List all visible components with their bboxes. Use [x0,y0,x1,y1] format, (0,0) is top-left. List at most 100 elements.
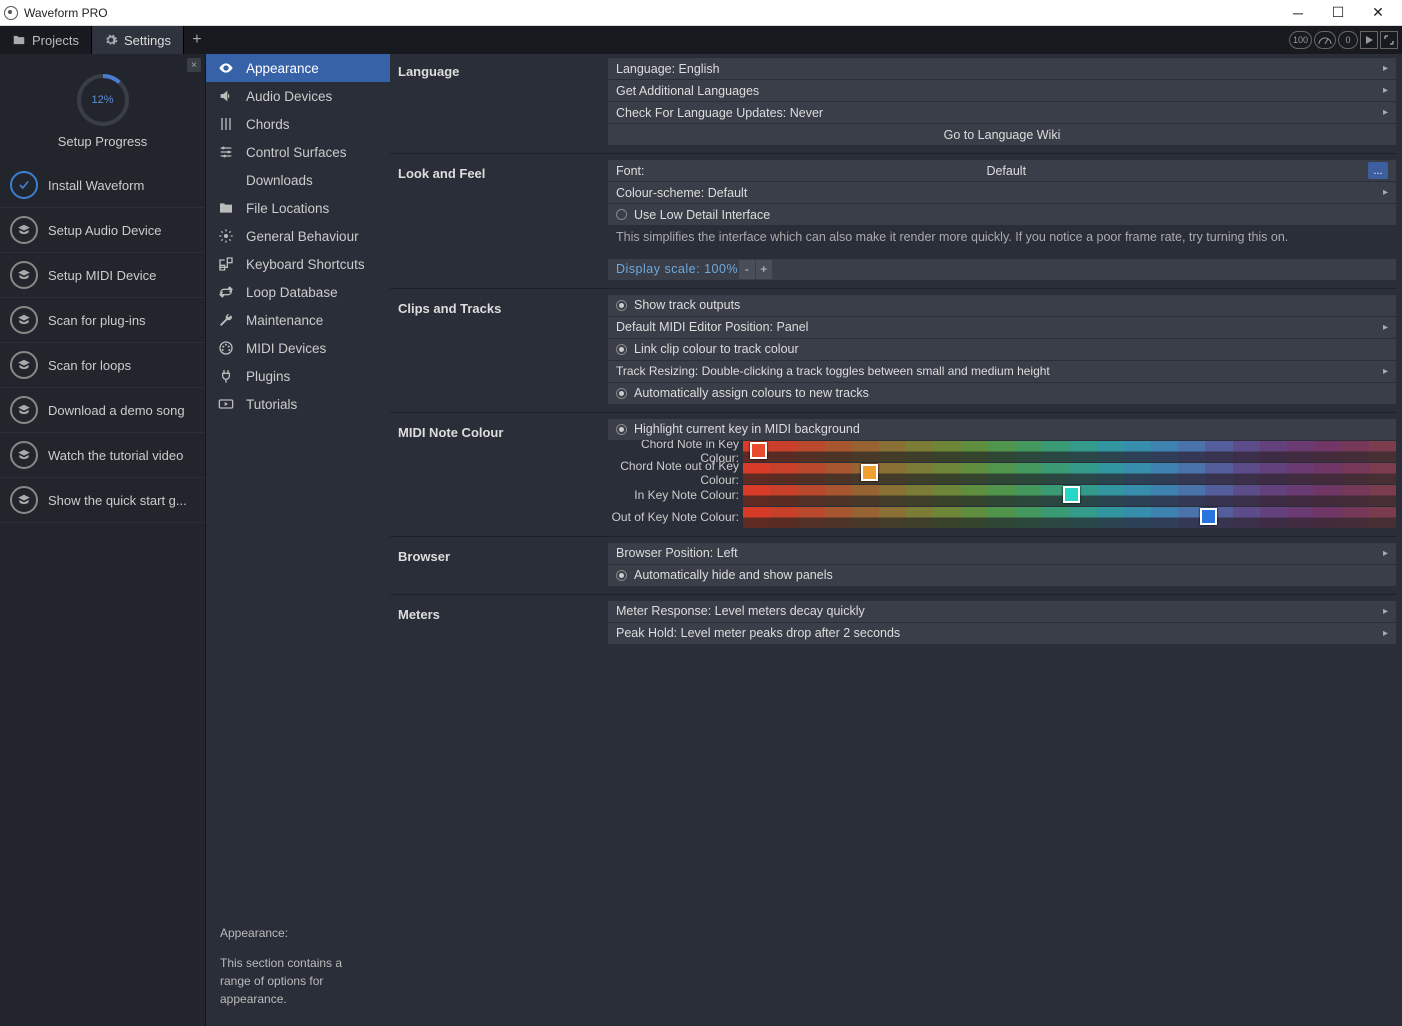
minimize-button[interactable]: ─ [1278,0,1318,26]
colour-marker[interactable] [750,442,767,459]
section-label: Browser [390,543,608,586]
category-description: Appearance: This section contains a rang… [206,910,390,1026]
add-tab-button[interactable]: + [184,26,210,54]
close-window-button[interactable]: ✕ [1358,0,1398,26]
chevron-right-icon: ▸ [1383,322,1388,333]
radio-icon [616,344,627,355]
play-icon[interactable] [1360,31,1378,49]
section-language: Language Language: English▸ Get Addition… [390,58,1396,153]
setup-step-6[interactable]: Watch the tutorial video [0,433,205,478]
display-scale-row[interactable]: Display scale: 100% - + [608,259,1396,280]
colour-scheme-select[interactable]: Colour-scheme: Default▸ [608,182,1396,203]
font-select[interactable]: Font: Default ... [608,160,1396,181]
folder-icon [218,200,234,216]
category-plugins[interactable]: Plugins [206,362,390,390]
category-label: General Behaviour [246,229,359,244]
setup-step-1[interactable]: Setup Audio Device [0,208,205,253]
sliders-icon [218,144,234,160]
section-clips: Clips and Tracks Show track outputs Defa… [390,288,1396,412]
low-detail-toggle[interactable]: Use Low Detail Interface [608,204,1396,225]
category-keyboard-shortcuts[interactable]: Keyboard Shortcuts [206,250,390,278]
step-label: Watch the tutorial video [48,448,183,463]
settings-categories: Appearance Audio Devices Chords Control Sur… [206,54,390,1026]
scale-plus-button[interactable]: + [756,260,772,279]
setup-step-5[interactable]: Download a demo song [0,388,205,433]
section-label: Language [390,58,608,145]
category-label: Appearance [246,61,319,76]
category-label: Downloads [246,173,313,188]
meter-response-select[interactable]: Meter Response: Level meters decay quick… [608,601,1396,622]
colour-marker[interactable] [861,464,878,481]
auto-colours-toggle[interactable]: Automatically assign colours to new trac… [608,383,1396,404]
count-badge[interactable]: 0 [1338,31,1358,49]
check-updates-select[interactable]: Check For Language Updates: Never▸ [608,102,1396,123]
setup-progress-panel: × 12% Setup Progress Install WaveformSet… [0,54,206,1026]
meter-icon[interactable] [1314,31,1336,49]
chord-icon [218,116,234,132]
colour-in-key[interactable]: In Key Note Colour: [608,485,1396,506]
category-maintenance[interactable]: Maintenance [206,306,390,334]
colour-marker[interactable] [1063,486,1080,503]
language-wiki-button[interactable]: Go to Language Wiki [608,124,1396,145]
setup-step-3[interactable]: Scan for plug-ins [0,298,205,343]
category-appearance[interactable]: Appearance [206,54,390,82]
step-label: Scan for plug-ins [48,313,146,328]
font-browse-button[interactable]: ... [1368,162,1388,179]
chevron-right-icon: ▸ [1383,628,1388,639]
link-clip-colour-toggle[interactable]: Link clip colour to track colour [608,339,1396,360]
setup-step-0[interactable]: Install Waveform [0,163,205,208]
step-label: Setup MIDI Device [48,268,156,283]
get-languages-button[interactable]: Get Additional Languages▸ [608,80,1396,101]
fullscreen-icon[interactable] [1380,31,1398,49]
chevron-right-icon: ▸ [1383,187,1388,198]
cpu-badge[interactable]: 100 [1289,31,1312,49]
graduation-icon [10,216,38,244]
graduation-icon [10,396,38,424]
colour-out-key[interactable]: Out of Key Note Colour: [608,507,1396,528]
desc-text: This section contains a range of options… [220,954,376,1008]
maximize-button[interactable]: ☐ [1318,0,1358,26]
window-title: Waveform PRO [24,6,108,20]
colour-marker[interactable] [1200,508,1217,525]
category-loop-database[interactable]: Loop Database [206,278,390,306]
tab-projects[interactable]: Projects [0,26,92,54]
category-control-surfaces[interactable]: Control Surfaces [206,138,390,166]
scale-minus-button[interactable]: - [739,260,755,279]
window-titlebar: Waveform PRO ─ ☐ ✕ [0,0,1402,26]
tab-settings[interactable]: Settings [92,26,184,54]
category-midi-devices[interactable]: MIDI Devices [206,334,390,362]
category-downloads[interactable]: Downloads [206,166,390,194]
category-label: Loop Database [246,285,338,300]
colour-chord-out-key[interactable]: Chord Note out of Key Colour: [608,463,1396,484]
setup-step-4[interactable]: Scan for loops [0,343,205,388]
setup-step-2[interactable]: Setup MIDI Device [0,253,205,298]
category-file-locations[interactable]: File Locations [206,194,390,222]
midi-editor-pos-select[interactable]: Default MIDI Editor Position: Panel▸ [608,317,1396,338]
chevron-right-icon: ▸ [1383,366,1388,377]
wrench-icon [218,312,234,328]
progress-title: Setup Progress [0,134,205,149]
chevron-right-icon: ▸ [1383,63,1388,74]
desc-heading: Appearance: [220,924,376,942]
browser-position-select[interactable]: Browser Position: Left▸ [608,543,1396,564]
step-label: Download a demo song [48,403,185,418]
step-label: Setup Audio Device [48,223,161,238]
highlight-key-toggle[interactable]: Highlight current key in MIDI background [608,419,1396,440]
auto-hide-panels-toggle[interactable]: Automatically hide and show panels [608,565,1396,586]
close-panel-button[interactable]: × [187,58,201,72]
category-chords[interactable]: Chords [206,110,390,138]
download-icon [218,172,234,188]
midi-icon [218,340,234,356]
peak-hold-select[interactable]: Peak Hold: Level meter peaks drop after … [608,623,1396,644]
setup-step-7[interactable]: Show the quick start g... [0,478,205,523]
category-tutorials[interactable]: Tutorials [206,390,390,418]
category-audio-devices[interactable]: Audio Devices [206,82,390,110]
category-general-behaviour[interactable]: General Behaviour [206,222,390,250]
track-resizing-select[interactable]: Track Resizing: Double-clicking a track … [608,361,1396,382]
settings-content: Language Language: English▸ Get Addition… [390,54,1402,1026]
category-label: Tutorials [246,397,297,412]
category-label: Chords [246,117,290,132]
step-label: Show the quick start g... [48,493,187,508]
show-track-outputs-toggle[interactable]: Show track outputs [608,295,1396,316]
language-select[interactable]: Language: English▸ [608,58,1396,79]
